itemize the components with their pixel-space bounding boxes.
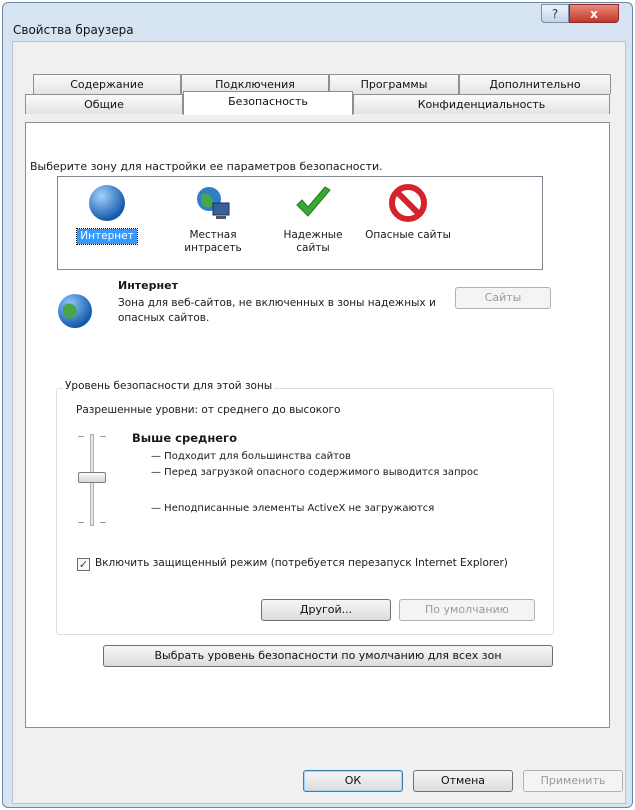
zone-internet[interactable]: Интернет: [62, 183, 152, 245]
slider-tick: [78, 522, 84, 523]
reset-all-zones-button[interactable]: Выбрать уровень безопасности по умолчани…: [103, 645, 553, 667]
tab-privacy[interactable]: Конфиденциальность: [353, 94, 610, 114]
security-slider-thumb[interactable]: [78, 472, 106, 483]
zone-restricted[interactable]: Опасные сайты: [363, 183, 453, 242]
zone-info-title: Интернет: [118, 279, 178, 292]
zone-trusted-label: Надежные сайты: [283, 229, 343, 254]
zone-trusted[interactable]: Надежные сайты: [268, 183, 358, 255]
apply-button[interactable]: Применить: [523, 770, 623, 792]
allowed-levels-text: Разрешенные уровни: от среднего до высок…: [76, 404, 341, 416]
zone-info-globe-icon: [56, 292, 94, 333]
zone-intranet-label: Местная интрасеть: [184, 229, 242, 254]
protected-mode-checkbox[interactable]: ✓: [77, 558, 90, 571]
level-bullet: — Перед загрузкой опасного содержимого в…: [151, 467, 479, 478]
level-bullet: — Неподписанные элементы ActiveX не загр…: [151, 503, 435, 514]
security-level-caption: Уровень безопасности для этой зоны: [63, 380, 275, 392]
tab-advanced[interactable]: Дополнительно: [459, 74, 611, 94]
zone-restricted-label: Опасные сайты: [365, 229, 451, 241]
cancel-button[interactable]: Отмена: [413, 770, 513, 792]
intranet-icon: [193, 183, 233, 223]
close-button[interactable]: x: [569, 4, 619, 23]
zone-list[interactable]: Интернет Местная интрасеть Надежные сайт…: [57, 176, 543, 270]
title-bar[interactable]: Свойства браузера ? x: [3, 3, 632, 37]
zone-prompt: Выберите зону для настройки ее параметро…: [30, 160, 383, 173]
level-bullet: — Подходит для большинства сайтов: [151, 451, 351, 462]
globe-icon: [87, 183, 127, 223]
zone-internet-label: Интернет: [76, 228, 138, 245]
ok-button[interactable]: ОК: [303, 770, 403, 792]
tab-content[interactable]: Содержание: [33, 74, 181, 94]
zone-info-description: Зона для веб-сайтов, не включенных в зон…: [118, 297, 436, 324]
security-level-name: Выше среднего: [132, 431, 237, 445]
tab-security[interactable]: Безопасность: [183, 91, 353, 115]
prohibited-icon: [388, 183, 428, 223]
tab-general[interactable]: Общие: [25, 94, 183, 114]
slider-tick: [100, 436, 106, 437]
zone-intranet[interactable]: Местная интрасеть: [168, 183, 258, 255]
help-button[interactable]: ?: [541, 4, 569, 23]
protected-mode-label[interactable]: Включить защищенный режим (потребуется п…: [95, 556, 515, 571]
checkmark-icon: [293, 183, 333, 223]
sites-button[interactable]: Сайты: [455, 287, 551, 309]
slider-tick: [100, 522, 106, 523]
window-title: Свойства браузера: [13, 23, 134, 37]
custom-level-button[interactable]: Другой...: [261, 599, 391, 621]
slider-tick: [78, 436, 84, 437]
default-level-button[interactable]: По умолчанию: [399, 599, 535, 621]
